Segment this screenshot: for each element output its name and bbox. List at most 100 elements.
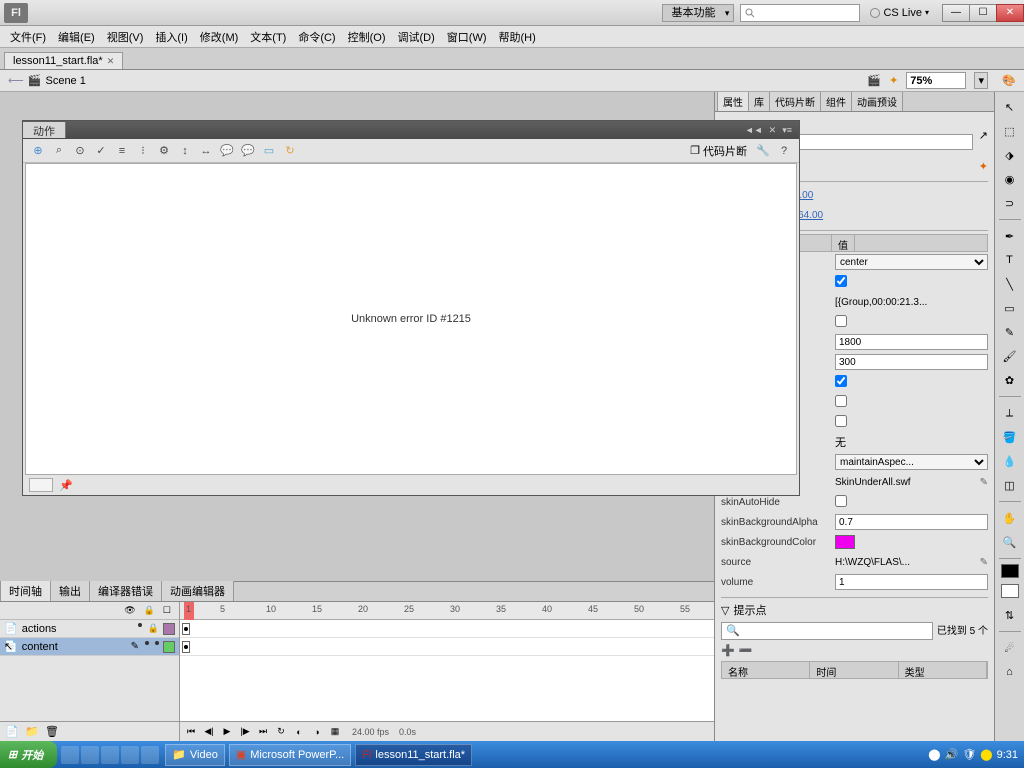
- tab-snippets[interactable]: 代码片断: [769, 92, 821, 111]
- zoom-dropdown[interactable]: ▾: [974, 72, 988, 89]
- bone-tool[interactable]: ⟂: [998, 402, 1022, 424]
- close-icon[interactable]: ✕: [769, 125, 777, 136]
- document-tab[interactable]: lesson11_start.fla* ✕: [4, 52, 123, 69]
- tab-output[interactable]: 输出: [50, 580, 90, 601]
- edit-icon[interactable]: ✎: [980, 477, 988, 488]
- layer-row[interactable]: 📄 content ↖ ✎: [0, 638, 179, 656]
- hand-tool[interactable]: ✋: [998, 507, 1022, 529]
- onion-outline-button[interactable]: ◑: [310, 725, 324, 739]
- find-icon[interactable]: ⌕: [50, 142, 68, 160]
- lock-icon[interactable]: 🔒: [144, 605, 155, 616]
- wrench-icon[interactable]: 🔧: [754, 142, 772, 160]
- menu-text[interactable]: 文本(T): [244, 27, 292, 47]
- checkbox[interactable]: [835, 315, 847, 327]
- taskbar-item[interactable]: Fllesson11_start.fla*: [355, 744, 472, 766]
- tab-compiler-errors[interactable]: 编译器错误: [89, 580, 162, 601]
- tray-icon[interactable]: ⬤: [928, 748, 940, 761]
- cuepoint-search[interactable]: [721, 622, 933, 640]
- actions-titlebar[interactable]: 动作 ◄◄ ✕ ▾≡: [23, 121, 799, 139]
- expand-icon[interactable]: ↔: [197, 142, 215, 160]
- workspace-mode-dropdown[interactable]: 基本功能: [662, 4, 734, 22]
- goto-last-button[interactable]: ⏭: [256, 725, 270, 739]
- close-button[interactable]: ✕: [996, 4, 1024, 22]
- clock[interactable]: 9:31: [997, 749, 1018, 761]
- pen-tool[interactable]: ✒: [998, 225, 1022, 247]
- menu-window[interactable]: 窗口(W): [441, 27, 493, 47]
- menu-debug[interactable]: 调试(D): [392, 27, 441, 47]
- loop-button[interactable]: ↻: [274, 725, 288, 739]
- edit-multiple-button[interactable]: ▦: [328, 725, 342, 739]
- tab-properties[interactable]: 属性: [717, 92, 749, 111]
- selection-tool[interactable]: ↖: [998, 96, 1022, 118]
- tvariance-input[interactable]: [835, 354, 988, 370]
- edit-icon[interactable]: ✎: [980, 557, 988, 568]
- delete-layer-button[interactable]: 🗑: [44, 724, 60, 740]
- uncomment-icon[interactable]: 💬: [239, 142, 257, 160]
- menu-view[interactable]: 视图(V): [101, 27, 150, 47]
- footer-segment[interactable]: [29, 478, 53, 492]
- actions-tab[interactable]: 动作: [23, 122, 66, 138]
- stroke-color-swatch[interactable]: [1001, 564, 1019, 578]
- text-tool[interactable]: T: [998, 249, 1022, 271]
- step-back-button[interactable]: ◀|: [202, 725, 216, 739]
- eraser-tool[interactable]: ◫: [998, 474, 1022, 496]
- scene-name[interactable]: 🎬Scene 1: [8, 74, 859, 87]
- menu-edit[interactable]: 编辑(E): [52, 27, 101, 47]
- minimize-button[interactable]: —: [942, 4, 970, 22]
- quick-launch-item[interactable]: [121, 746, 139, 764]
- fill-color-swatch[interactable]: [1001, 584, 1019, 598]
- paint-bucket-tool[interactable]: 🪣: [998, 426, 1022, 448]
- quick-launch-item[interactable]: [81, 746, 99, 764]
- frame-row[interactable]: [180, 638, 714, 656]
- apply-icon[interactable]: ↻: [281, 142, 299, 160]
- tab-motion-editor[interactable]: 动画编辑器: [161, 580, 234, 601]
- outline-icon[interactable]: ☐: [163, 605, 171, 616]
- comment-icon[interactable]: 💬: [218, 142, 236, 160]
- checkbox[interactable]: [835, 415, 847, 427]
- collapse-icon[interactable]: ↕: [176, 142, 194, 160]
- menu-icon[interactable]: ▾≡: [782, 125, 792, 136]
- format-icon[interactable]: ≡: [113, 142, 131, 160]
- tray-icon[interactable]: 🔊: [945, 748, 959, 761]
- volume-input[interactable]: [835, 574, 988, 590]
- taskbar-item[interactable]: 📁Video: [165, 744, 225, 766]
- zoom-tool[interactable]: 🔍: [998, 531, 1022, 553]
- start-button[interactable]: ⊞ 开始: [0, 741, 57, 768]
- align-select[interactable]: center: [835, 254, 988, 270]
- check-syntax-icon[interactable]: ✓: [92, 142, 110, 160]
- show-hide-icon[interactable]: ▭: [260, 142, 278, 160]
- skinbgalpha-input[interactable]: [835, 514, 988, 530]
- swap-colors-button[interactable]: ⇅: [998, 604, 1022, 626]
- tab-library[interactable]: 库: [748, 92, 770, 111]
- cuepoints-value[interactable]: [{Group,00:00:21.3...: [835, 297, 988, 308]
- tab-timeline[interactable]: 时间轴: [0, 580, 51, 601]
- eye-icon[interactable]: 👁: [124, 605, 135, 616]
- quick-launch-item[interactable]: [61, 746, 79, 764]
- edit-symbol-icon[interactable]: ✦: [889, 74, 898, 87]
- eyedropper-tool[interactable]: 💧: [998, 450, 1022, 472]
- info-icon[interactable]: ↗: [979, 129, 988, 142]
- tab-motion-presets[interactable]: 动画预设: [851, 92, 903, 111]
- pin-icon[interactable]: 📌: [59, 479, 73, 492]
- checkbox[interactable]: [835, 275, 847, 287]
- search-input[interactable]: [740, 4, 860, 22]
- quick-launch-item[interactable]: [101, 746, 119, 764]
- cuepoint-header[interactable]: ▽ 提示点: [721, 602, 988, 618]
- lasso-tool[interactable]: ⊃: [998, 192, 1022, 214]
- cs-live-button[interactable]: CS Live ▾: [870, 7, 929, 19]
- edit-scene-icon[interactable]: 🎬: [867, 74, 881, 87]
- menu-commands[interactable]: 命令(C): [292, 27, 341, 47]
- option-button[interactable]: ⌂: [998, 661, 1022, 683]
- taskbar-item[interactable]: ▣Microsoft PowerP...: [229, 744, 351, 766]
- collapse-icon[interactable]: ◄◄: [745, 125, 763, 135]
- quick-launch-item[interactable]: [141, 746, 159, 764]
- code-hint-icon[interactable]: ⁝: [134, 142, 152, 160]
- free-transform-tool[interactable]: ⬗: [998, 144, 1022, 166]
- menu-file[interactable]: 文件(F): [4, 27, 52, 47]
- timeline-ruler[interactable]: 1 5 10 15 20 25 30 35 40 45 50 55: [180, 602, 714, 620]
- code-snippets-button[interactable]: ❐代码片断: [686, 143, 751, 159]
- layer-row[interactable]: 📄 actions 🔒: [0, 620, 179, 638]
- play-button[interactable]: ▶: [220, 725, 234, 739]
- line-tool[interactable]: ╲: [998, 273, 1022, 295]
- brush-tool[interactable]: 🖌: [998, 345, 1022, 367]
